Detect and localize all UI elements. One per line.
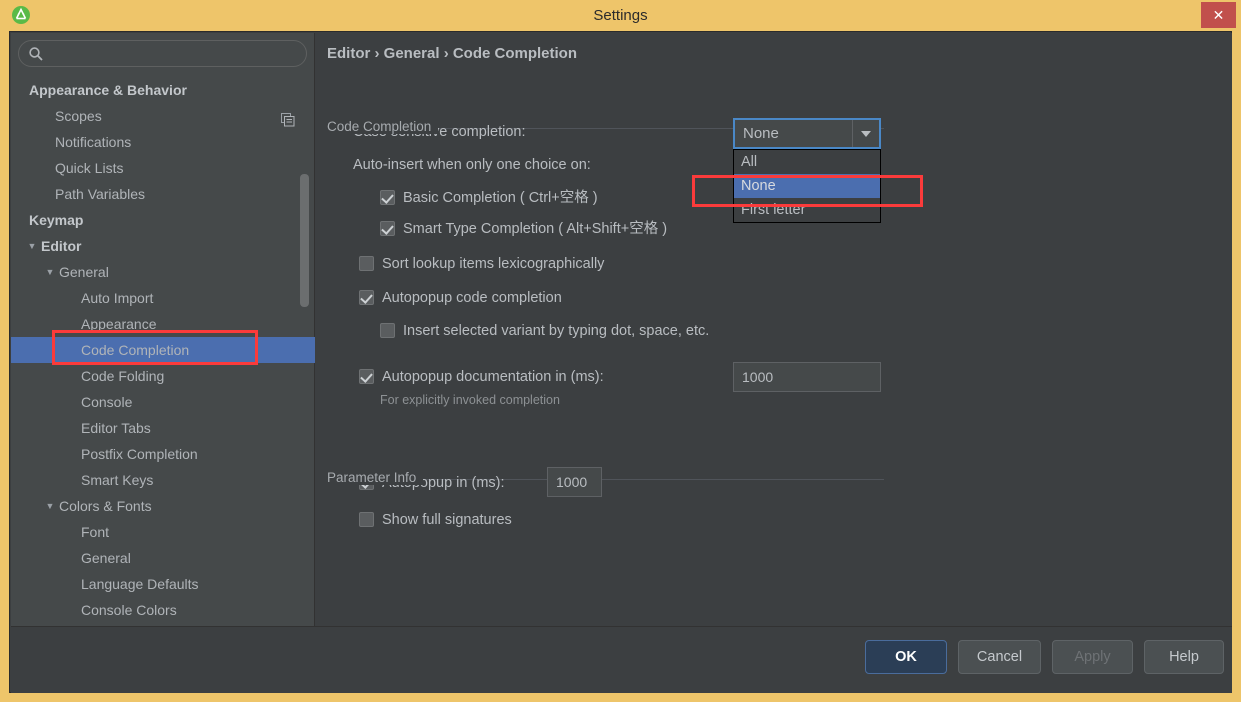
checkbox-sort-lookup-box[interactable] xyxy=(359,256,374,271)
sidebar-item-label: Code Completion xyxy=(81,342,190,358)
sidebar-item-label: Console Colors xyxy=(81,602,177,618)
dropdown-option-all[interactable]: All xyxy=(734,150,880,174)
sidebar-item-path-variables[interactable]: Path Variables xyxy=(11,181,315,207)
settings-content-panel: Editor › General › Code Completion Code … xyxy=(316,33,1232,626)
dialog-button-bar: OK Cancel Apply Help xyxy=(11,626,1232,693)
sidebar-item-label: Appearance & Behavior xyxy=(29,82,187,98)
label-auto-insert: Auto-insert when only one choice on: xyxy=(353,157,591,173)
sidebar-item-postfix-completion[interactable]: Postfix Completion xyxy=(11,441,315,467)
sidebar-item-label: Path Variables xyxy=(55,186,146,202)
hint-explicitly-invoked: For explicitly invoked completion xyxy=(380,393,560,407)
sidebar-item-smart-keys[interactable]: Smart Keys xyxy=(11,467,315,493)
sidebar-item-appearance[interactable]: Appearance xyxy=(11,311,315,337)
sidebar-item-label: Postfix Completion xyxy=(81,446,198,462)
settings-tree: Appearance & Behavior Scopes Notifications… xyxy=(11,77,315,626)
sidebar-item-label: Language Defaults xyxy=(81,576,199,592)
sidebar-item-code-completion[interactable]: Code Completion xyxy=(11,337,315,363)
sidebar-item-label: Appearance xyxy=(81,316,157,332)
settings-dialog: Appearance & Behavior Scopes Notifications… xyxy=(9,31,1232,693)
checkbox-insert-variant-label: Insert selected variant by typing dot, s… xyxy=(403,323,710,339)
sidebar-item-general[interactable]: ▼ General xyxy=(11,259,315,285)
case-sensitive-combobox-value: None xyxy=(743,125,779,142)
sidebar-item-label: Colors & Fonts xyxy=(59,498,152,514)
sidebar-item-code-folding[interactable]: Code Folding xyxy=(11,363,315,389)
autopopup-documentation-input[interactable] xyxy=(733,362,881,392)
sidebar-item-label: Code Folding xyxy=(81,368,165,384)
sidebar-item-editor-tabs[interactable]: Editor Tabs xyxy=(11,415,315,441)
checkbox-autopopup-code-completion-label: Autopopup code completion xyxy=(382,290,562,306)
search-field[interactable] xyxy=(18,40,307,67)
settings-window: Settings ✕ Appearance & Behavior Scopes No… xyxy=(0,0,1241,702)
dropdown-option-none[interactable]: None xyxy=(734,174,880,198)
sidebar-item-label: Font xyxy=(81,524,110,540)
group-title-parameter-info: Parameter Info xyxy=(327,470,424,485)
duplicate-icon[interactable] xyxy=(281,109,295,127)
chevron-down-icon[interactable]: ▼ xyxy=(43,259,57,285)
sidebar-item-scopes[interactable]: Scopes xyxy=(11,103,315,129)
sidebar-item-label: Quick Lists xyxy=(55,160,124,176)
checkbox-show-full-signatures-label: Show full signatures xyxy=(382,512,512,528)
checkbox-autopopup-documentation-label: Autopopup documentation in (ms): xyxy=(382,369,604,385)
checkbox-show-full-signatures-box[interactable] xyxy=(359,512,374,527)
checkbox-basic-completion-box[interactable] xyxy=(380,190,395,205)
sidebar-item-auto-import[interactable]: Auto Import xyxy=(11,285,315,311)
breadcrumb: Editor › General › Code Completion xyxy=(327,45,578,62)
checkbox-smart-type-completion-label: Smart Type Completion ( Alt+Shift+空格 ) xyxy=(403,221,668,237)
settings-sidebar: Appearance & Behavior Scopes Notifications… xyxy=(11,33,315,626)
sidebar-scrollbar-thumb[interactable] xyxy=(300,174,309,307)
sidebar-item-appearance-behavior[interactable]: Appearance & Behavior xyxy=(11,77,315,103)
sidebar-item-label: Notifications xyxy=(55,134,132,150)
sidebar-item-quick-lists[interactable]: Quick Lists xyxy=(11,155,315,181)
search-icon xyxy=(28,46,44,62)
sidebar-item-label: General xyxy=(81,550,131,566)
sidebar-item-editor[interactable]: ▼ Editor xyxy=(11,233,315,259)
case-sensitive-dropdown-list[interactable]: All None First letter xyxy=(733,149,881,223)
sidebar-item-notifications[interactable]: Notifications xyxy=(11,129,315,155)
window-title: Settings xyxy=(593,7,648,24)
case-sensitive-combobox[interactable]: None xyxy=(733,118,881,149)
ok-button[interactable]: OK xyxy=(865,640,947,674)
sidebar-item-general[interactable]: General xyxy=(11,545,315,571)
sidebar-item-label: Console xyxy=(81,394,133,410)
sidebar-item-console-colors[interactable]: Console Colors xyxy=(11,597,315,623)
search-input[interactable] xyxy=(51,44,299,64)
sidebar-item-label: Keymap xyxy=(29,212,84,228)
title-bar: Settings ✕ xyxy=(0,0,1241,31)
checkbox-sort-lookup-label: Sort lookup items lexicographically xyxy=(382,256,605,272)
group-title-code-completion: Code Completion xyxy=(327,119,439,134)
chevron-down-icon[interactable]: ▼ xyxy=(43,493,57,519)
help-button[interactable]: Help xyxy=(1144,640,1224,674)
checkbox-insert-variant-box[interactable] xyxy=(380,323,395,338)
sidebar-item-font[interactable]: Font xyxy=(11,519,315,545)
param-autopopup-input[interactable] xyxy=(547,467,602,497)
sidebar-item-label: Editor xyxy=(41,238,82,254)
sidebar-item-label: Scopes xyxy=(55,108,102,124)
sidebar-item-keymap[interactable]: Keymap xyxy=(11,207,315,233)
sidebar-item-language-defaults[interactable]: Language Defaults xyxy=(11,571,315,597)
sidebar-item-label: Editor Tabs xyxy=(81,420,151,436)
checkbox-smart-type-completion-box[interactable] xyxy=(380,221,395,236)
checkbox-autopopup-code-completion-box[interactable] xyxy=(359,290,374,305)
sidebar-item-label: Smart Keys xyxy=(81,472,154,488)
sidebar-item-label: General xyxy=(59,264,109,280)
sidebar-item-label: Auto Import xyxy=(81,290,154,306)
dropdown-option-first-letter[interactable]: First letter xyxy=(734,198,880,222)
cancel-button[interactable]: Cancel xyxy=(958,640,1041,674)
chevron-down-icon[interactable] xyxy=(852,120,879,147)
apply-button[interactable]: Apply xyxy=(1052,640,1133,674)
sidebar-item-console[interactable]: Console xyxy=(11,389,315,415)
close-icon[interactable]: ✕ xyxy=(1201,2,1236,28)
sidebar-item-colors-fonts[interactable]: ▼ Colors & Fonts xyxy=(11,493,315,519)
checkbox-autopopup-documentation-box[interactable] xyxy=(359,369,374,384)
checkbox-basic-completion-label: Basic Completion ( Ctrl+空格 ) xyxy=(403,190,598,206)
chevron-down-icon[interactable]: ▼ xyxy=(25,233,39,259)
